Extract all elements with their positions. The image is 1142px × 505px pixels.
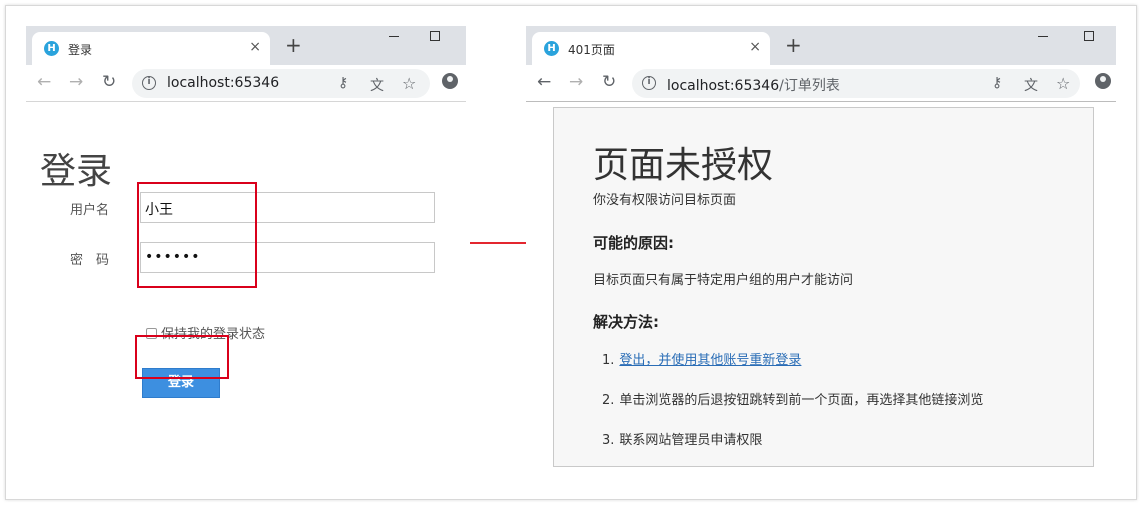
site-favicon-icon: H — [544, 41, 559, 56]
reason-heading: 可能的原因: — [593, 234, 674, 252]
translate-icon[interactable]: 文 — [370, 75, 384, 95]
credentials-highlight-box — [137, 182, 257, 288]
solution-item-1: 1. 登出，并使用其他账号重新登录 — [602, 353, 802, 368]
profile-avatar-icon[interactable] — [1095, 73, 1111, 89]
tab-close-icon[interactable]: × — [749, 39, 761, 55]
new-tab-button[interactable]: + — [285, 35, 302, 55]
login-button-highlight-box — [135, 335, 229, 379]
error-page-title: 页面未授权 — [593, 145, 774, 186]
site-favicon-icon: H — [44, 41, 59, 56]
solution-item-3: 3. 联系网站管理员申请权限 — [602, 433, 763, 448]
left-toolbar: ← → ↻ i localhost:65346 ⚷ 文 ☆ — [26, 65, 466, 102]
right-tab-401[interactable]: H 401页面 × — [532, 32, 770, 65]
reason-text: 目标页面只有属于特定用户组的用户才能访问 — [593, 273, 854, 288]
maximize-icon[interactable] — [430, 31, 440, 41]
forward-icon[interactable]: → — [69, 72, 83, 92]
relogin-link[interactable]: 登出，并使用其他账号重新登录 — [619, 353, 801, 368]
address-bar[interactable]: i localhost:65346/订单列表 ⚷ 文 ☆ — [632, 69, 1080, 98]
translate-icon[interactable]: 文 — [1024, 75, 1038, 95]
back-icon[interactable]: ← — [537, 72, 551, 92]
address-bar[interactable]: i localhost:65346 ⚷ 文 ☆ — [132, 69, 430, 98]
right-tab-bar: H 401页面 × + — [526, 26, 1116, 65]
url-text: localhost:65346 — [167, 75, 280, 91]
solution-heading: 解决方法: — [593, 313, 659, 331]
password-label: 密 码 — [70, 253, 110, 268]
unauthorized-panel: 页面未授权 你没有权限访问目标页面 可能的原因: 目标页面只有属于特定用户组的用… — [553, 107, 1094, 467]
bookmark-star-icon[interactable]: ☆ — [402, 74, 416, 93]
transition-arrow-line — [470, 242, 530, 244]
tab-close-icon[interactable]: × — [249, 39, 261, 55]
error-subtitle: 你没有权限访问目标页面 — [593, 193, 737, 208]
left-tab-bar: H 登录 × + — [26, 26, 466, 65]
tab-title: 登录 — [68, 43, 93, 57]
key-icon[interactable]: ⚷ — [992, 75, 1002, 91]
forward-icon[interactable]: → — [569, 72, 583, 92]
reload-icon[interactable]: ↻ — [602, 72, 616, 92]
back-icon[interactable]: ← — [37, 72, 51, 92]
maximize-icon[interactable] — [1084, 31, 1094, 41]
site-info-icon[interactable]: i — [642, 76, 656, 90]
profile-avatar-icon[interactable] — [442, 73, 458, 89]
username-label: 用户名 — [70, 203, 110, 218]
login-page-title: 登录 — [40, 151, 113, 192]
new-tab-button[interactable]: + — [785, 35, 802, 55]
bookmark-star-icon[interactable]: ☆ — [1056, 74, 1070, 93]
site-info-icon[interactable]: i — [142, 76, 156, 90]
key-icon[interactable]: ⚷ — [338, 75, 348, 91]
minimize-icon[interactable] — [389, 36, 399, 37]
minimize-icon[interactable] — [1038, 36, 1048, 37]
solution-item-2: 2. 单击浏览器的后退按钮跳转到前一个页面，再选择其他链接浏览 — [602, 393, 984, 408]
reload-icon[interactable]: ↻ — [102, 72, 116, 92]
tab-title: 401页面 — [568, 43, 615, 57]
right-toolbar: ← → ↻ i localhost:65346/订单列表 ⚷ 文 ☆ — [526, 65, 1116, 102]
left-tab-login[interactable]: H 登录 × — [32, 32, 270, 65]
url-text: localhost:65346/订单列表 — [667, 78, 840, 94]
